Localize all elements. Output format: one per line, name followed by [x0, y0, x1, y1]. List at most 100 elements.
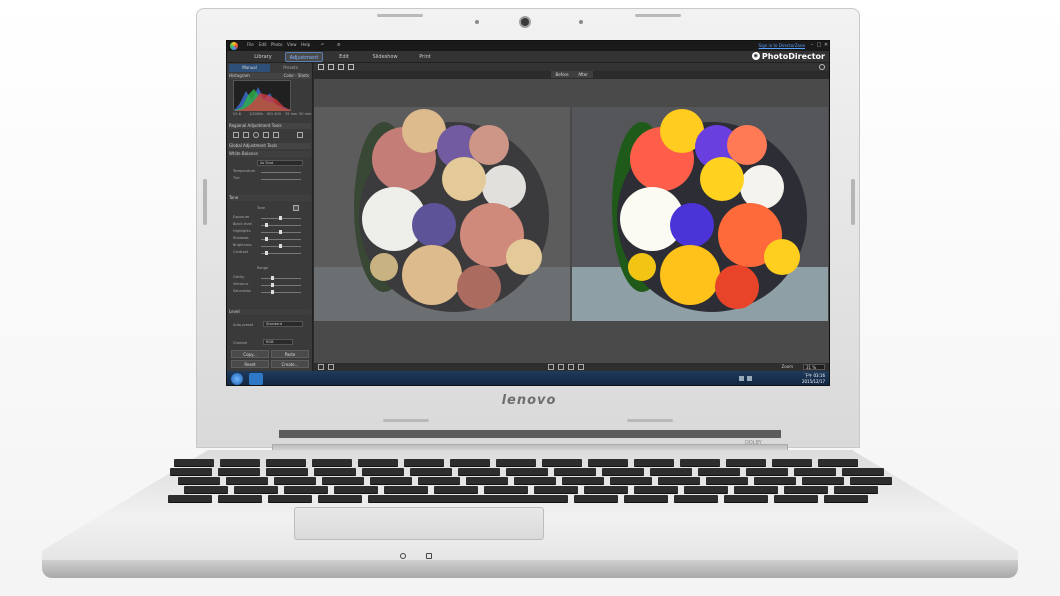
keyboard-key[interactable] — [184, 486, 228, 493]
level-header[interactable]: Level — [229, 309, 311, 315]
zoom-select[interactable]: 31 % — [803, 364, 825, 370]
keyboard-key[interactable] — [754, 477, 796, 484]
keyboard-key[interactable] — [368, 495, 568, 502]
keyboard-key[interactable] — [624, 495, 668, 502]
keyboard-key[interactable] — [542, 459, 582, 466]
keyboard-key[interactable] — [370, 477, 412, 484]
group-icon[interactable] — [328, 364, 334, 370]
start-button[interactable] — [231, 373, 243, 385]
tray-network-icon[interactable] — [739, 376, 744, 381]
global-tools-header[interactable]: Global Adjustment Tools — [229, 143, 311, 149]
keyboard-key[interactable] — [484, 486, 528, 493]
keyboard-key[interactable] — [650, 468, 692, 475]
keyboard-key[interactable] — [772, 459, 812, 466]
menu-file[interactable]: File — [247, 42, 254, 47]
people-icon[interactable] — [318, 364, 324, 370]
tab-library[interactable]: Library — [247, 52, 279, 62]
create-button[interactable]: Create... — [271, 360, 309, 368]
taskbar-clock[interactable]: 下午 03:16 2015/12/17 — [802, 373, 825, 385]
maximize-button[interactable]: □ — [816, 42, 822, 49]
keyboard-key[interactable] — [314, 468, 356, 475]
keyboard-key[interactable] — [658, 477, 700, 484]
tone-picker-icon[interactable] — [293, 205, 299, 211]
tab-edit[interactable]: Edit — [331, 52, 357, 62]
keyboard-key[interactable] — [450, 459, 490, 466]
tint-slider[interactable] — [261, 179, 301, 180]
exposure-knob[interactable] — [279, 216, 282, 220]
minimize-button[interactable]: – — [809, 42, 815, 49]
undo-icon[interactable]: ↶ — [321, 42, 324, 47]
saturation-knob[interactable] — [271, 290, 274, 294]
regional-tools-header[interactable]: Regional Adjustment Tools — [229, 123, 311, 129]
keyboard-key[interactable] — [434, 486, 478, 493]
keyboard-key[interactable] — [842, 468, 884, 475]
keyboard-key[interactable] — [170, 468, 212, 475]
keyboard-key[interactable] — [774, 495, 818, 502]
black-level-knob[interactable] — [265, 223, 268, 227]
keyboard-key[interactable] — [496, 459, 536, 466]
saturation-slider[interactable] — [261, 292, 301, 293]
keyboard-key[interactable] — [218, 468, 260, 475]
keyboard-key[interactable] — [458, 468, 500, 475]
keyboard-key[interactable] — [724, 495, 768, 502]
keyboard-key[interactable] — [318, 495, 362, 502]
redeye-tool-icon[interactable] — [253, 132, 259, 138]
reset-button[interactable]: Reset — [231, 360, 269, 368]
keyboard-key[interactable] — [168, 495, 212, 502]
keyboard-key[interactable] — [834, 486, 878, 493]
menu-photo[interactable]: Photo — [271, 42, 282, 47]
keyboard-key[interactable] — [634, 486, 678, 493]
tone-header[interactable]: Tone — [229, 195, 311, 201]
clone-tool-icon[interactable] — [273, 132, 279, 138]
keyboard-key[interactable] — [410, 468, 452, 475]
rotate-left-icon[interactable] — [548, 364, 554, 370]
keyboard-key[interactable] — [562, 477, 604, 484]
keyboard-key[interactable] — [794, 468, 836, 475]
keyboard-key[interactable] — [726, 459, 766, 466]
copy-button[interactable]: Copy... — [231, 350, 269, 358]
tray-volume-icon[interactable] — [747, 376, 752, 381]
keyboard-key[interactable] — [226, 477, 268, 484]
flag-icon[interactable] — [568, 364, 574, 370]
keyboard-key[interactable] — [574, 495, 618, 502]
keyboard-key[interactable] — [334, 486, 378, 493]
keyboard-key[interactable] — [268, 495, 312, 502]
shadows-knob[interactable] — [265, 237, 268, 241]
vibrance-slider[interactable] — [261, 285, 301, 286]
view-single-icon[interactable] — [318, 64, 324, 70]
keyboard-key[interactable] — [404, 459, 444, 466]
settings-icon[interactable]: ⚙ — [337, 42, 341, 47]
keyboard-key[interactable] — [266, 468, 308, 475]
brush-tool-icon[interactable] — [243, 132, 249, 138]
view-grid-icon[interactable] — [338, 64, 344, 70]
keyboard-key[interactable] — [818, 459, 858, 466]
keyboard-key[interactable] — [234, 486, 278, 493]
keyboard-key[interactable] — [506, 468, 548, 475]
keyboard-key[interactable] — [274, 477, 316, 484]
keyboard-key[interactable] — [384, 486, 428, 493]
paste-button[interactable]: Paste — [271, 350, 309, 358]
keyboard-key[interactable] — [850, 477, 892, 484]
white-balance-select[interactable]: As Shot — [257, 160, 303, 166]
channel-select[interactable]: RGB — [263, 339, 293, 345]
keyboard-key[interactable] — [802, 477, 844, 484]
keyboard-key[interactable] — [418, 477, 460, 484]
tab-adjustment[interactable]: Adjustment — [285, 52, 323, 62]
gradient-tool-icon[interactable] — [263, 132, 269, 138]
keyboard-key[interactable] — [706, 477, 748, 484]
crop-tool-icon[interactable] — [233, 132, 239, 138]
keyboard-key[interactable] — [674, 495, 718, 502]
keyboard-key[interactable] — [554, 468, 596, 475]
keyboard-key[interactable] — [312, 459, 352, 466]
keyboard-key[interactable] — [684, 486, 728, 493]
tab-slideshow[interactable]: Slideshow — [367, 52, 403, 62]
tab-print[interactable]: Print — [413, 52, 437, 62]
keyboard-key[interactable] — [174, 459, 214, 466]
keyboard-key[interactable] — [362, 468, 404, 475]
keyboard-key[interactable] — [322, 477, 364, 484]
keyboard-key[interactable] — [734, 486, 778, 493]
keyboard-key[interactable] — [784, 486, 828, 493]
keyboard-key[interactable] — [602, 468, 644, 475]
menu-help[interactable]: Help — [301, 42, 310, 47]
keyboard-key[interactable] — [220, 459, 260, 466]
